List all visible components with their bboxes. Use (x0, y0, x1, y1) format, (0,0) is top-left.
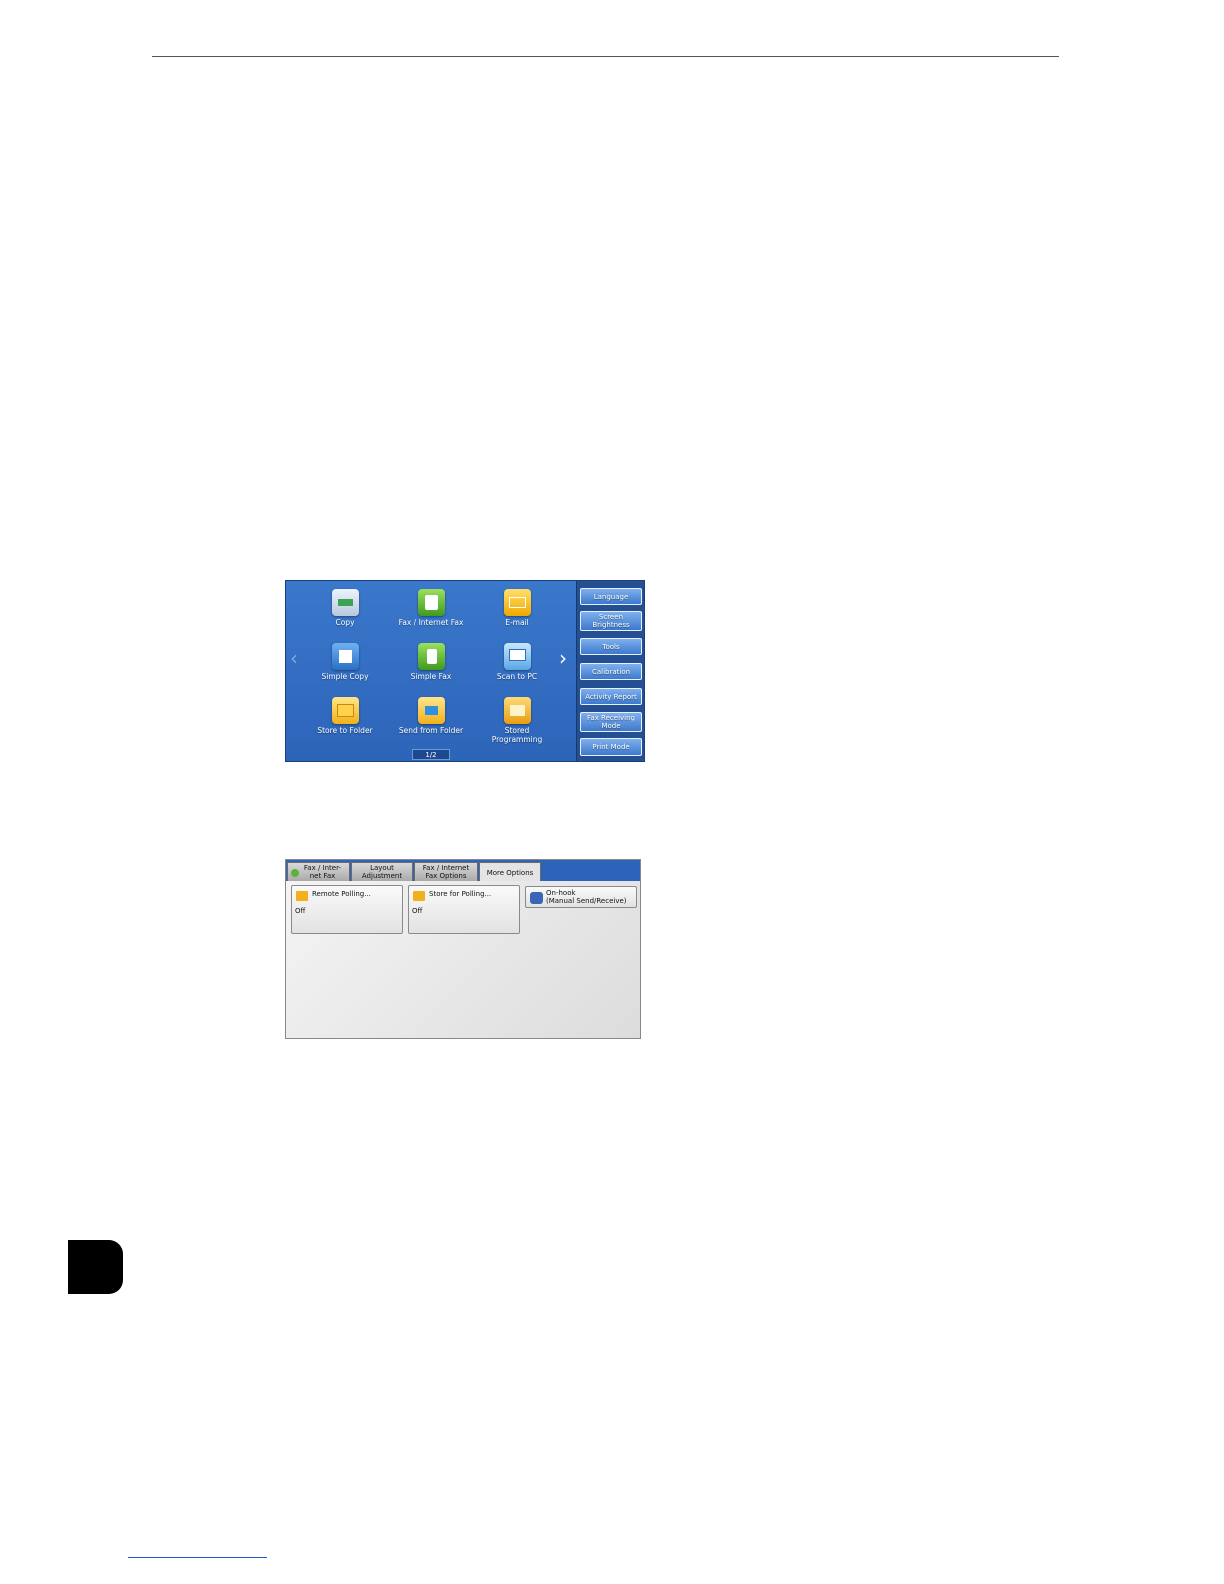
store-for-polling-label: Store for Polling... (429, 890, 492, 898)
tab-layout-adjustment-label: Layout Adjustment (361, 864, 403, 880)
remote-polling-button[interactable]: Remote Polling... Off (291, 885, 403, 934)
simple-fax-icon (417, 643, 445, 670)
copy-button[interactable]: Copy (303, 589, 387, 627)
screen-brightness-button[interactable]: Screen Brightness (580, 611, 642, 631)
store-to-folder-button[interactable]: Store to Folder (303, 697, 387, 735)
tab-fax-internet-fax[interactable]: Fax / Inter- net Fax (287, 862, 350, 881)
folder-upload-icon (413, 891, 425, 901)
stored-programming-button[interactable]: Stored Programming (475, 697, 559, 744)
fax-internet-fax-button[interactable]: Fax / Internet Fax (389, 589, 473, 627)
header-rule (152, 56, 1059, 57)
options-content: Remote Polling... Off Store for Polling.… (286, 881, 640, 1038)
store-to-folder-label: Store to Folder (317, 726, 373, 735)
activity-report-button[interactable]: Activity Report (580, 688, 642, 705)
fax-receiving-mode-button[interactable]: Fax Receiving Mode (580, 712, 642, 732)
tab-fax-internet-fax-options[interactable]: Fax / Internet Fax Options (414, 862, 478, 881)
check-icon (291, 869, 299, 877)
email-icon (503, 589, 531, 616)
simple-copy-label: Simple Copy (321, 672, 369, 681)
store-for-polling-value: Off (412, 907, 423, 915)
email-button[interactable]: E-mail (475, 589, 559, 627)
phone-icon (530, 892, 543, 904)
services-grid: Copy Fax / Internet Fax E-mail Simple Co… (286, 581, 576, 761)
folder-icon (331, 697, 359, 724)
tab-bar: Fax / Inter- net Fax Layout Adjustment F… (286, 860, 640, 882)
simple-copy-button[interactable]: Simple Copy (303, 643, 387, 681)
remote-polling-value: Off (295, 907, 306, 915)
scan-to-pc-button[interactable]: Scan to PC (475, 643, 559, 681)
folder-download-icon (296, 891, 308, 901)
calibration-button[interactable]: Calibration (580, 663, 642, 680)
scan-to-pc-label: Scan to PC (496, 672, 538, 681)
next-page-arrow-icon[interactable]: › (559, 648, 567, 668)
simple-fax-label: Simple Fax (410, 672, 452, 681)
copy-label: Copy (335, 618, 355, 627)
copy-icon (331, 589, 359, 616)
simple-fax-button[interactable]: Simple Fax (389, 643, 473, 681)
stored-programming-icon (503, 697, 531, 724)
fax-icon (417, 589, 445, 616)
more-options-screen: Fax / Inter- net Fax Layout Adjustment F… (285, 859, 641, 1039)
language-button[interactable]: Language (580, 588, 642, 605)
on-hook-label: On-hook (Manual Send/Receive) (546, 889, 627, 905)
tab-layout-adjustment[interactable]: Layout Adjustment (351, 862, 413, 881)
remote-polling-label: Remote Polling... (312, 890, 371, 898)
print-mode-button[interactable]: Print Mode (580, 738, 642, 756)
page-indicator: 1/2 (412, 749, 450, 760)
services-home-screen: Copy Fax / Internet Fax E-mail Simple Co… (285, 580, 645, 762)
store-for-polling-button[interactable]: Store for Polling... Off (408, 885, 520, 934)
scan-to-pc-icon (503, 643, 531, 670)
side-panel: Language Screen Brightness Tools Calibra… (576, 581, 644, 761)
tab-more-options[interactable]: More Options (479, 862, 541, 882)
tab-more-options-label: More Options (486, 868, 534, 877)
stored-programming-label: Stored Programming (491, 726, 543, 744)
tools-button[interactable]: Tools (580, 638, 642, 655)
send-from-folder-button[interactable]: Send from Folder (389, 697, 473, 735)
simple-copy-icon (331, 643, 359, 670)
on-hook-button[interactable]: On-hook (Manual Send/Receive) (525, 886, 637, 908)
fax-internet-fax-label: Fax / Internet Fax (398, 618, 464, 627)
send-from-folder-label: Send from Folder (398, 726, 464, 735)
email-label: E-mail (505, 618, 529, 627)
tab-fax-internet-fax-options-label: Fax / Internet Fax Options (422, 864, 470, 880)
footer-link-underline (128, 1557, 267, 1558)
previous-page-arrow-icon[interactable]: ‹ (290, 648, 298, 668)
send-from-folder-icon (417, 697, 445, 724)
tab-fax-internet-fax-label: Fax / Inter- net Fax (303, 864, 342, 880)
chapter-tab (68, 1240, 123, 1294)
